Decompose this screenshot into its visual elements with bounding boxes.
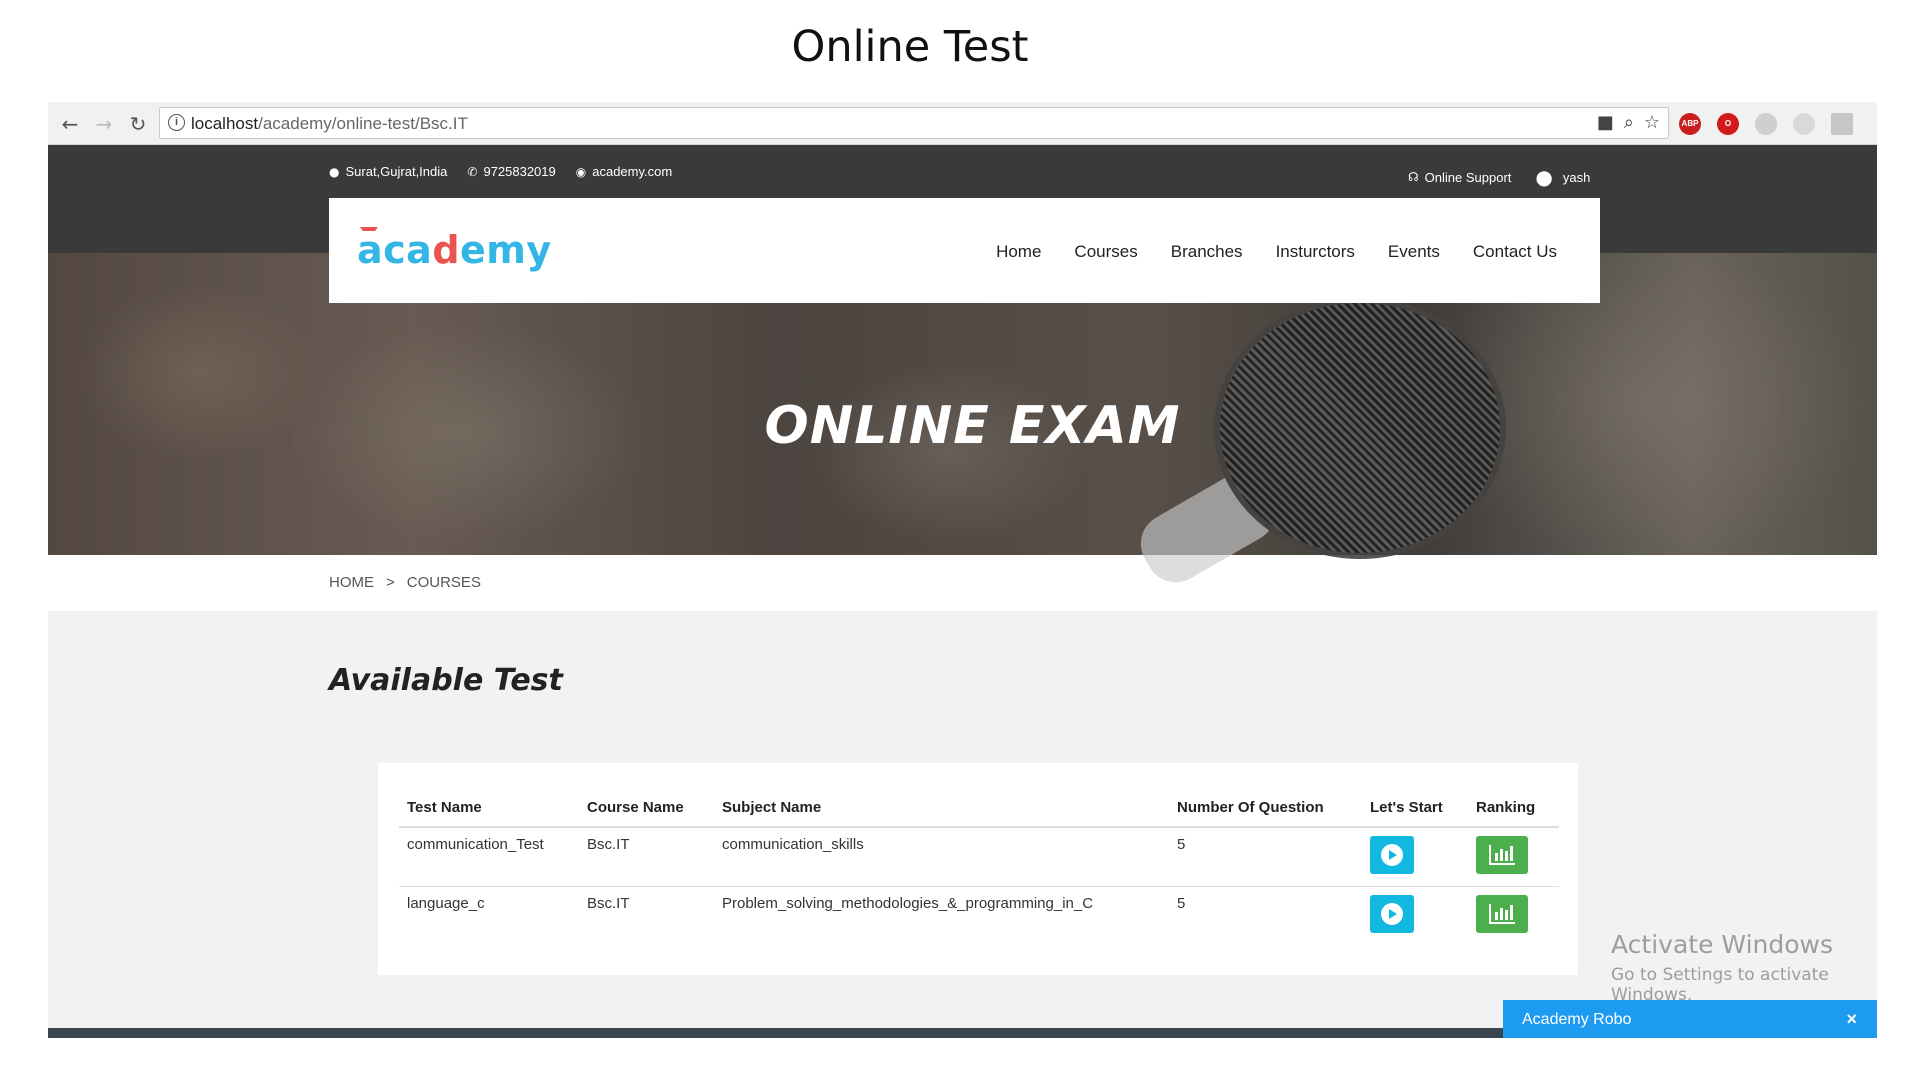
online-support-link[interactable]: Online Support	[1425, 170, 1512, 185]
website-link[interactable]: academy.com	[592, 164, 672, 179]
camera-icon[interactable]: ■	[1597, 112, 1614, 133]
logo-part-3: emy	[460, 228, 552, 272]
extension-red-icon[interactable]: O	[1717, 113, 1739, 135]
chat-widget[interactable]: Academy Robo ×	[1503, 1000, 1877, 1038]
nav-events[interactable]: Events	[1388, 242, 1440, 262]
ranking-cell	[1468, 887, 1559, 946]
extension-grey-icon[interactable]	[1755, 113, 1777, 135]
url-host: localhost	[191, 114, 259, 133]
section-title: Available Test	[329, 663, 563, 698]
header-number-of-question: Number Of Question	[1169, 789, 1362, 828]
play-icon	[1381, 844, 1403, 866]
bar-chart-icon	[1489, 904, 1515, 924]
subject-name-cell: communication_skills	[714, 827, 1169, 887]
breadcrumb-courses[interactable]: COURSES	[407, 574, 481, 591]
start-test-button[interactable]	[1370, 895, 1414, 933]
close-icon[interactable]: ×	[1846, 1009, 1857, 1030]
nav-menu: Home Courses Branches Insturctors Events…	[996, 242, 1557, 262]
available-tests-section: Available Test Test Name Course Name Sub…	[48, 611, 1877, 1028]
breadcrumb-home[interactable]: HOME	[329, 574, 374, 591]
nav-courses[interactable]: Courses	[1074, 242, 1137, 262]
start-cell	[1362, 827, 1468, 887]
user-name[interactable]: yash	[1563, 170, 1590, 185]
breadcrumb-separator: >	[386, 574, 395, 591]
header-subject-name: Subject Name	[714, 789, 1169, 828]
extension-pdf-icon[interactable]	[1831, 113, 1853, 135]
tests-table-card: Test Name Course Name Subject Name Numbe…	[378, 763, 1578, 975]
extension-light-icon[interactable]	[1793, 113, 1815, 135]
location-pin-icon: ●	[329, 164, 340, 179]
back-icon[interactable]: ←	[58, 112, 82, 136]
nav-instructors[interactable]: Insturctors	[1276, 242, 1355, 262]
windows-activation-watermark: Activate Windows Go to Settings to activ…	[1611, 930, 1877, 1005]
header-lets-start: Let's Start	[1362, 789, 1468, 828]
headset-icon: ☊	[1408, 170, 1419, 184]
forward-icon[interactable]: →	[92, 112, 116, 136]
nav-home[interactable]: Home	[996, 242, 1041, 262]
address-bar[interactable]: i localhost/academy/online-test/Bsc.IT ■…	[159, 107, 1669, 139]
info-icon[interactable]: i	[168, 114, 185, 131]
logo-part-2: d	[432, 228, 461, 272]
main-navbar: academy Home Courses Branches Insturctor…	[329, 198, 1600, 303]
globe-icon: ◉	[575, 164, 587, 179]
question-count-cell: 5	[1177, 895, 1186, 912]
header-course-name: Course Name	[579, 789, 714, 828]
url-path: /academy/online-test/Bsc.IT	[258, 114, 468, 133]
table-row: language_c Bsc.IT Problem_solving_method…	[399, 887, 1559, 946]
course-name-cell: Bsc.IT	[587, 895, 630, 912]
logo-roof-icon	[360, 227, 378, 235]
browser-window: ← → ↻ i localhost/academy/online-test/Bs…	[48, 102, 1877, 1038]
watermark-line-1: Activate Windows	[1611, 930, 1833, 959]
table-row: communication_Test Bsc.IT communication_…	[399, 827, 1559, 887]
nav-branches[interactable]: Branches	[1171, 242, 1243, 262]
start-cell	[1362, 887, 1468, 946]
phone-text: 9725832019	[483, 164, 556, 179]
hero-title: ONLINE EXAM	[764, 396, 1181, 456]
subject-name-cell: Problem_solving_methodologies_&_programm…	[722, 895, 1094, 912]
breadcrumb: HOME > COURSES	[329, 574, 481, 591]
ranking-cell	[1468, 827, 1559, 887]
course-name-cell: Bsc.IT	[579, 827, 714, 887]
table-header-row: Test Name Course Name Subject Name Numbe…	[399, 789, 1559, 828]
question-count-cell: 5	[1169, 827, 1362, 887]
reload-icon[interactable]: ↻	[126, 112, 150, 136]
ranking-button[interactable]	[1476, 895, 1528, 933]
play-icon	[1381, 903, 1403, 925]
slide-title: Online Test	[791, 22, 1029, 72]
user-icon[interactable]: ●	[1535, 165, 1552, 189]
header-ranking: Ranking	[1468, 789, 1559, 828]
ranking-button[interactable]	[1476, 836, 1528, 874]
location-text: Surat,Gujrat,India	[345, 164, 448, 179]
nav-contact-us[interactable]: Contact Us	[1473, 242, 1557, 262]
academy-logo[interactable]: academy	[357, 228, 552, 272]
chat-widget-label: Academy Robo	[1522, 1011, 1632, 1028]
phone-icon: ✆	[467, 164, 478, 179]
zoom-icon[interactable]: ⌕	[1624, 112, 1634, 133]
bookmark-star-icon[interactable]: ☆	[1644, 112, 1660, 133]
url-text[interactable]: localhost/academy/online-test/Bsc.IT	[191, 114, 468, 134]
test-name-cell: communication_Test	[399, 827, 579, 887]
browser-toolbar: ← → ↻ i localhost/academy/online-test/Bs…	[48, 102, 1877, 145]
watermark-line-2: Go to Settings to activate Windows.	[1611, 965, 1829, 1005]
adblock-icon[interactable]: ABP	[1679, 113, 1701, 135]
test-name-cell: language_c	[407, 895, 485, 912]
bar-chart-icon	[1489, 845, 1515, 865]
start-test-button[interactable]	[1370, 836, 1414, 874]
header-test-name: Test Name	[399, 789, 579, 828]
tests-table: Test Name Course Name Subject Name Numbe…	[399, 789, 1559, 945]
